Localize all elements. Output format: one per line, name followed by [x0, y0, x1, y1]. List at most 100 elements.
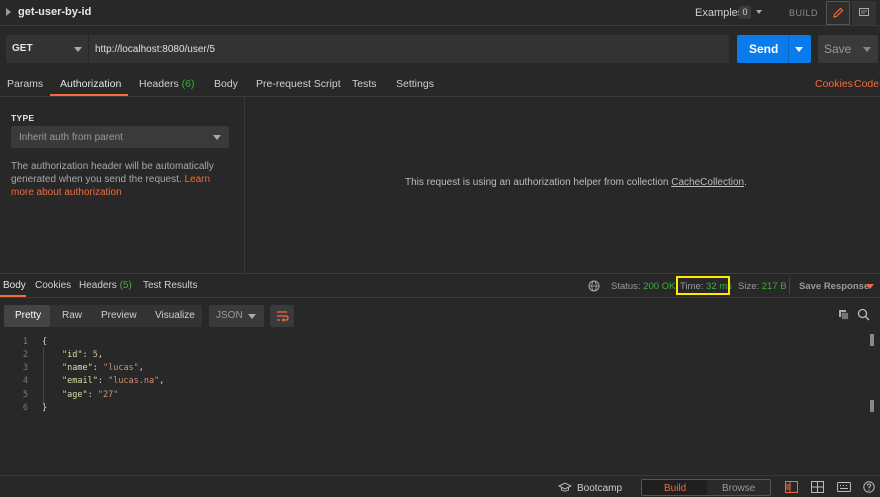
size-indicator: Size: 217 B — [738, 281, 787, 292]
divider — [789, 278, 790, 294]
format-preview-button[interactable]: Preview — [101, 310, 137, 321]
save-options-chevron-down-icon[interactable] — [863, 47, 871, 52]
indent-guide — [43, 347, 44, 405]
tab-label: Tests — [352, 78, 377, 90]
language-value: JSON — [216, 310, 243, 321]
response-tab-test-results[interactable]: Test Results — [143, 280, 197, 291]
bootcamp-icon[interactable] — [558, 482, 572, 493]
help-icon[interactable] — [863, 481, 875, 493]
globe-icon[interactable] — [588, 280, 600, 292]
wrap-lines-icon — [277, 311, 289, 322]
status-label: Status: — [611, 281, 641, 292]
scrollbar-thumb[interactable] — [870, 334, 874, 346]
cookies-link[interactable]: Cookies — [815, 78, 853, 90]
tab-label: Test Results — [143, 280, 198, 291]
json-line: "name": "lucas", — [62, 363, 144, 373]
format-pretty-button[interactable]: Pretty — [15, 310, 41, 321]
line-number: 3 — [22, 363, 28, 373]
comment-icon — [859, 8, 869, 16]
examples-button[interactable]: Examples — [695, 7, 743, 19]
keyboard-shortcuts-icon[interactable] — [837, 481, 851, 493]
status-indicator: Status: 200 OK — [611, 281, 675, 292]
json-key: "email" — [62, 376, 98, 386]
json-value: "lucas" — [102, 363, 139, 373]
line-number: 1 — [22, 337, 28, 347]
tab-authorization[interactable]: Authorization — [60, 78, 121, 90]
json-value: "lucas.na" — [108, 376, 160, 386]
edit-button[interactable] — [826, 1, 850, 25]
line-number: 4 — [22, 376, 28, 386]
method-label: GET — [12, 43, 33, 54]
tab-tests[interactable]: Tests — [352, 78, 377, 90]
time-highlight-box — [676, 276, 730, 295]
bootcamp-button[interactable]: Bootcamp — [577, 483, 622, 494]
save-response-chevron-down-icon[interactable] — [866, 284, 874, 289]
tab-label: Headers — [139, 78, 179, 90]
auth-type-label: TYPE — [11, 113, 35, 123]
json-line: "email": "lucas.na", — [62, 376, 165, 386]
examples-count-badge: 0 — [739, 6, 751, 19]
format-visualize-button[interactable]: Visualize — [155, 310, 195, 321]
format-raw-button[interactable]: Raw — [62, 310, 82, 321]
divider — [0, 96, 880, 97]
pencil-icon — [833, 7, 844, 18]
layout-grid-icon[interactable] — [811, 481, 824, 493]
response-tab-body[interactable]: Body — [3, 280, 26, 291]
json-key: "name" — [62, 363, 93, 373]
save-button-label[interactable]: Save — [824, 42, 851, 56]
tab-count: (6) — [181, 78, 195, 90]
collection-link[interactable]: CacheCollection — [671, 177, 744, 188]
line-number: 5 — [22, 390, 28, 400]
request-title[interactable]: get-user-by-id — [18, 6, 91, 18]
divider — [0, 273, 880, 274]
size-label: Size: — [738, 281, 760, 292]
divider — [0, 297, 880, 298]
copy-icon[interactable] — [838, 309, 850, 321]
url-input[interactable] — [89, 35, 729, 63]
examples-chevron-down-icon[interactable] — [756, 10, 762, 14]
tab-label: Body — [3, 280, 26, 291]
json-comma: , — [97, 350, 103, 360]
line-number: 6 — [22, 403, 28, 413]
tab-label: Cookies — [35, 280, 72, 291]
response-tab-cookies[interactable]: Cookies — [35, 280, 71, 291]
auth-type-chevron-down-icon — [213, 135, 221, 140]
tab-pre-request-script[interactable]: Pre-request Script — [256, 78, 341, 90]
build-toggle-button[interactable]: Build — [664, 483, 686, 494]
scrollbar-thumb[interactable] — [870, 400, 874, 412]
pane-divider — [244, 97, 245, 273]
tab-params[interactable]: Params — [7, 78, 43, 90]
auth-description: The authorization header will be automat… — [11, 160, 233, 199]
response-tab-headers[interactable]: Headers (5) — [79, 280, 132, 291]
send-button-label[interactable]: Send — [749, 42, 778, 56]
tab-headers[interactable]: Headers (6) — [139, 78, 194, 90]
tab-label: Settings — [396, 78, 434, 90]
json-comma: , — [138, 363, 144, 373]
search-icon[interactable] — [857, 308, 870, 321]
auth-helper-suffix: . — [744, 177, 747, 188]
size-value: 217 B — [761, 281, 787, 292]
tab-body[interactable]: Body — [214, 78, 238, 90]
expand-caret-icon[interactable] — [6, 8, 11, 16]
build-mode-label: BUILD — [789, 8, 819, 18]
browse-toggle-button[interactable]: Browse — [722, 483, 755, 494]
status-value: 200 OK — [643, 281, 676, 292]
auth-helper-text: This request is using an authorization h… — [405, 177, 669, 188]
json-key: "age" — [62, 390, 88, 400]
tab-label: Params — [7, 78, 44, 90]
json-comma: , — [159, 376, 165, 386]
json-open-brace: { — [42, 337, 48, 347]
send-options-chevron-down-icon[interactable] — [795, 47, 803, 52]
line-number: 2 — [22, 350, 28, 360]
json-close-brace: } — [42, 403, 48, 413]
code-link[interactable]: Code — [854, 78, 879, 90]
tab-settings[interactable]: Settings — [396, 78, 434, 90]
tab-label: Pre-request Script — [256, 78, 341, 90]
tab-label: Body — [214, 78, 238, 90]
send-divider — [788, 35, 789, 63]
two-pane-view-icon[interactable] — [785, 481, 798, 493]
wrap-lines-button[interactable] — [270, 305, 294, 327]
json-line: "id": 5, — [62, 350, 103, 360]
comments-button[interactable] — [852, 1, 876, 25]
save-response-button[interactable]: Save Response — [799, 281, 869, 292]
